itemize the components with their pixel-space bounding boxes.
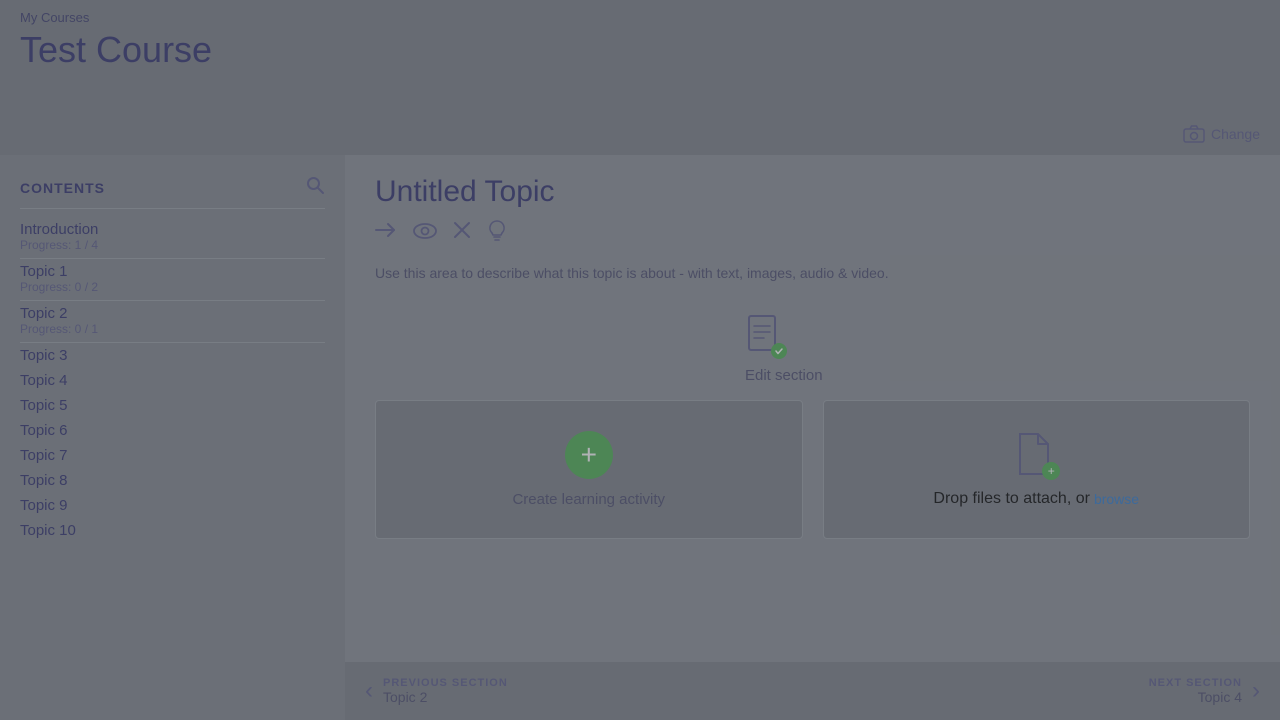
sidebar-item-introduction[interactable]: Introduction Progress: 1 / 4 bbox=[20, 221, 325, 252]
topic-title: Untitled Topic bbox=[375, 175, 1250, 209]
sidebar-item-topic7[interactable]: Topic 7 bbox=[20, 447, 325, 464]
camera-icon bbox=[1183, 125, 1205, 143]
sidebar-item-topic1[interactable]: Topic 1 Progress: 0 / 2 bbox=[20, 263, 325, 294]
sidebar-header: CONTENTS bbox=[20, 175, 325, 209]
contents-label: CONTENTS bbox=[20, 180, 105, 196]
browse-link[interactable]: browse bbox=[1094, 491, 1139, 507]
create-learning-activity-card[interactable]: + Create learning activity bbox=[375, 400, 803, 539]
file-add-badge: + bbox=[1042, 462, 1060, 480]
eye-icon[interactable] bbox=[413, 222, 437, 245]
sidebar-item-topic4[interactable]: Topic 4 bbox=[20, 372, 325, 389]
sidebar-item-topic10[interactable]: Topic 10 bbox=[20, 522, 325, 539]
cards-row: + Create learning activity + Drop files … bbox=[375, 400, 1250, 539]
previous-section-label: PREVIOUS SECTION bbox=[383, 677, 508, 689]
bottom-nav: ‹ PREVIOUS SECTION Topic 2 NEXT SECTION … bbox=[345, 662, 1280, 720]
course-title: Test Course bbox=[20, 29, 1260, 81]
sidebar: CONTENTS Introduction Progress: 1 / 4 To… bbox=[0, 155, 345, 720]
sidebar-item-topic8[interactable]: Topic 8 bbox=[20, 472, 325, 489]
previous-section-nav[interactable]: ‹ PREVIOUS SECTION Topic 2 bbox=[365, 677, 508, 705]
change-image-button[interactable]: Change bbox=[1183, 125, 1260, 143]
next-section-label: NEXT SECTION bbox=[1149, 677, 1242, 689]
sidebar-item-topic9[interactable]: Topic 9 bbox=[20, 497, 325, 514]
prev-arrow-icon: ‹ bbox=[365, 677, 373, 705]
plus-circle-icon: + bbox=[565, 431, 613, 479]
top-bar: My Courses Test Course Change bbox=[0, 0, 1280, 155]
sidebar-item-topic5[interactable]: Topic 5 bbox=[20, 397, 325, 414]
close-icon[interactable] bbox=[453, 221, 471, 245]
content-area: Untitled Topic bbox=[345, 155, 1280, 720]
drop-files-text-row: Drop files to attach, or browse bbox=[933, 490, 1139, 508]
search-button[interactable] bbox=[305, 175, 325, 200]
topic-actions bbox=[375, 219, 1250, 247]
edit-section-label[interactable]: Edit section bbox=[745, 367, 823, 384]
search-icon bbox=[305, 175, 325, 195]
sidebar-item-topic2[interactable]: Topic 2 Progress: 0 / 1 bbox=[20, 305, 325, 336]
sidebar-item-topic6[interactable]: Topic 6 bbox=[20, 422, 325, 439]
create-activity-label: Create learning activity bbox=[512, 491, 665, 508]
drop-files-card[interactable]: + Drop files to attach, or browse bbox=[823, 400, 1251, 539]
change-image-label: Change bbox=[1211, 126, 1260, 142]
edit-section-area: Edit section bbox=[745, 314, 1250, 384]
main-layout: CONTENTS Introduction Progress: 1 / 4 To… bbox=[0, 155, 1280, 720]
my-courses-link[interactable]: My Courses bbox=[20, 10, 1260, 25]
edit-section-icon-wrap bbox=[745, 314, 783, 361]
edit-section-badge bbox=[771, 343, 787, 359]
drop-files-label: Drop files to attach, or bbox=[933, 490, 1090, 508]
next-section-text: NEXT SECTION Topic 4 bbox=[1149, 677, 1242, 705]
next-section-topic: Topic 4 bbox=[1149, 689, 1242, 705]
previous-section-topic: Topic 2 bbox=[383, 689, 508, 705]
topic-description: Use this area to describe what this topi… bbox=[375, 263, 1250, 284]
next-section-nav[interactable]: NEXT SECTION Topic 4 › bbox=[1149, 677, 1260, 705]
arrow-right-icon[interactable] bbox=[375, 221, 397, 245]
bulb-icon[interactable] bbox=[487, 219, 507, 247]
prev-section-text: PREVIOUS SECTION Topic 2 bbox=[383, 677, 508, 705]
sidebar-item-topic3[interactable]: Topic 3 bbox=[20, 347, 325, 364]
file-icon-wrap: + bbox=[1016, 432, 1056, 480]
next-arrow-icon: › bbox=[1252, 677, 1260, 705]
